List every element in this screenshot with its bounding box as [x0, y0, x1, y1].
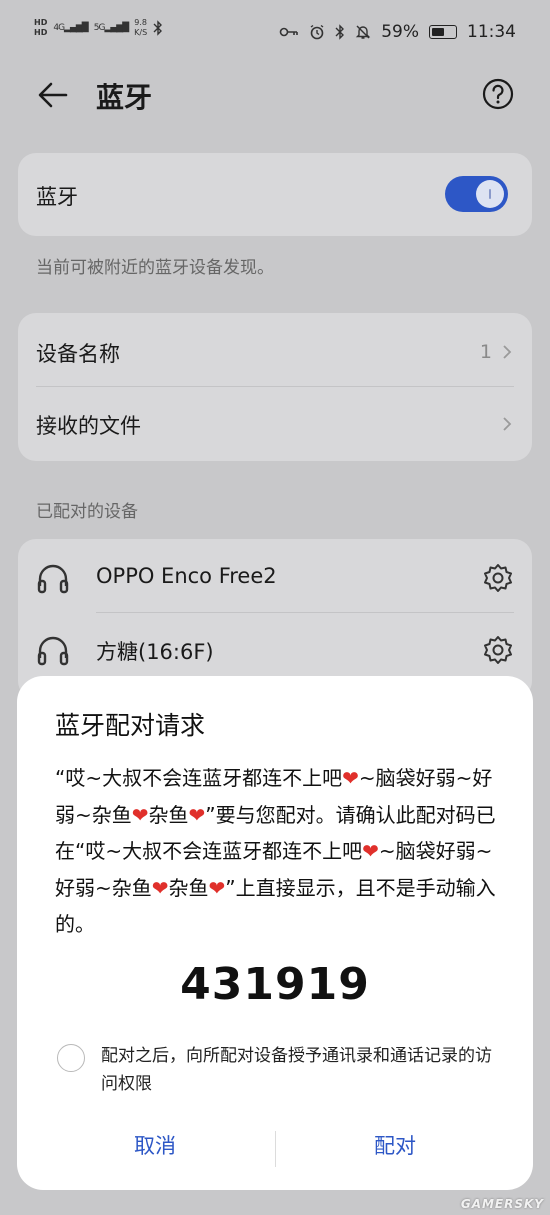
device-name: 方糖(16:6F) [96, 640, 214, 664]
alarm-icon [310, 24, 324, 40]
message-text: 杂鱼 [168, 875, 209, 900]
page-title: 蓝牙 [96, 81, 153, 114]
bluetooth-settings-card: 设备名称 1 接收的文件 [18, 313, 532, 461]
chevron-right-icon [503, 345, 512, 359]
status-left: HD HD 4G▂▄▆█ 5G▂▄▆█ 9.8 K/S [34, 18, 163, 38]
bluetooth-toggle[interactable] [445, 176, 508, 212]
device-name-value: 1 [479, 341, 492, 363]
toggle-knob [476, 180, 504, 208]
watermark: GAMERSKY [460, 1197, 544, 1211]
received-files-row[interactable]: 接收的文件 [18, 387, 532, 460]
header: 蓝牙 [0, 66, 550, 126]
pairing-dialog: 蓝牙配对请求 “哎~大叔不会连蓝牙都连不上吧❤~脑袋好弱~好弱~杂鱼❤杂鱼❤”要… [17, 676, 533, 1190]
heart-icon: ❤ [131, 802, 149, 827]
speed-value: 9.8 [134, 18, 147, 27]
received-files-label: 接收的文件 [36, 414, 141, 438]
pair-button[interactable]: 配对 [295, 1130, 495, 1160]
paired-devices-title: 已配对的设备 [36, 502, 138, 522]
help-icon[interactable] [482, 78, 514, 110]
heart-icon: ❤ [188, 802, 206, 827]
signal-icon-1: 4G▂▄▆█ [53, 23, 88, 33]
battery-icon [429, 25, 457, 39]
clock: 11:34 [467, 22, 516, 42]
message-text: “哎~大叔不会连蓝牙都连不上吧 [55, 766, 343, 790]
bluetooth-toggle-card[interactable]: 蓝牙 [18, 153, 532, 236]
paired-device-row[interactable]: OPPO Enco Free2 [18, 542, 532, 614]
message-text: 杂鱼 [148, 802, 189, 827]
mute-icon [356, 25, 371, 39]
bluetooth-icon [153, 20, 163, 36]
dialog-title: 蓝牙配对请求 [55, 711, 206, 740]
paired-devices-card: OPPO Enco Free2 方糖(16:6F) [18, 539, 532, 699]
status-right: 59% 11:34 [279, 22, 516, 42]
network-speed: 9.8 K/S [134, 18, 147, 38]
bluetooth-label: 蓝牙 [36, 185, 78, 209]
headphone-icon [37, 564, 69, 594]
chevron-right-icon [503, 417, 512, 431]
discoverable-hint: 当前可被附近的蓝牙设备发现。 [36, 258, 274, 278]
key-icon [279, 27, 299, 37]
device-name-row[interactable]: 设备名称 1 [18, 315, 532, 388]
device-name-label: 设备名称 [36, 342, 120, 366]
hd-top: HD [34, 18, 48, 27]
battery-percent: 59% [381, 22, 419, 42]
gear-icon[interactable] [482, 562, 514, 594]
share-contacts-checkbox[interactable] [57, 1044, 85, 1072]
pairing-code: 431919 [180, 959, 370, 1010]
divider [96, 612, 514, 613]
speed-unit: K/S [134, 28, 148, 37]
heart-icon: ❤ [151, 875, 169, 900]
hd-indicator: HD HD [34, 18, 47, 38]
button-divider [275, 1131, 276, 1167]
status-bar: HD HD 4G▂▄▆█ 5G▂▄▆█ 9.8 K/S 59% 11:34 [0, 0, 550, 66]
device-name: OPPO Enco Free2 [96, 564, 277, 588]
gear-icon[interactable] [482, 634, 514, 666]
signal-icon-2: 5G▂▄▆█ [93, 23, 129, 33]
heart-icon: ❤ [342, 766, 359, 790]
heart-icon: ❤ [208, 875, 226, 900]
headphone-icon [37, 636, 69, 666]
heart-icon: ❤ [362, 839, 379, 863]
dialog-message: “哎~大叔不会连蓝牙都连不上吧❤~脑袋好弱~好弱~杂鱼❤杂鱼❤”要与您配对。请确… [55, 760, 501, 943]
share-contacts-label[interactable]: 配对之后，向所配对设备授予通讯录和通话记录的访问权限 [101, 1042, 501, 1098]
hd-bottom: HD [34, 28, 48, 37]
cancel-button[interactable]: 取消 [55, 1130, 255, 1160]
back-arrow-icon[interactable] [36, 78, 70, 112]
bluetooth-status-icon [335, 24, 345, 40]
